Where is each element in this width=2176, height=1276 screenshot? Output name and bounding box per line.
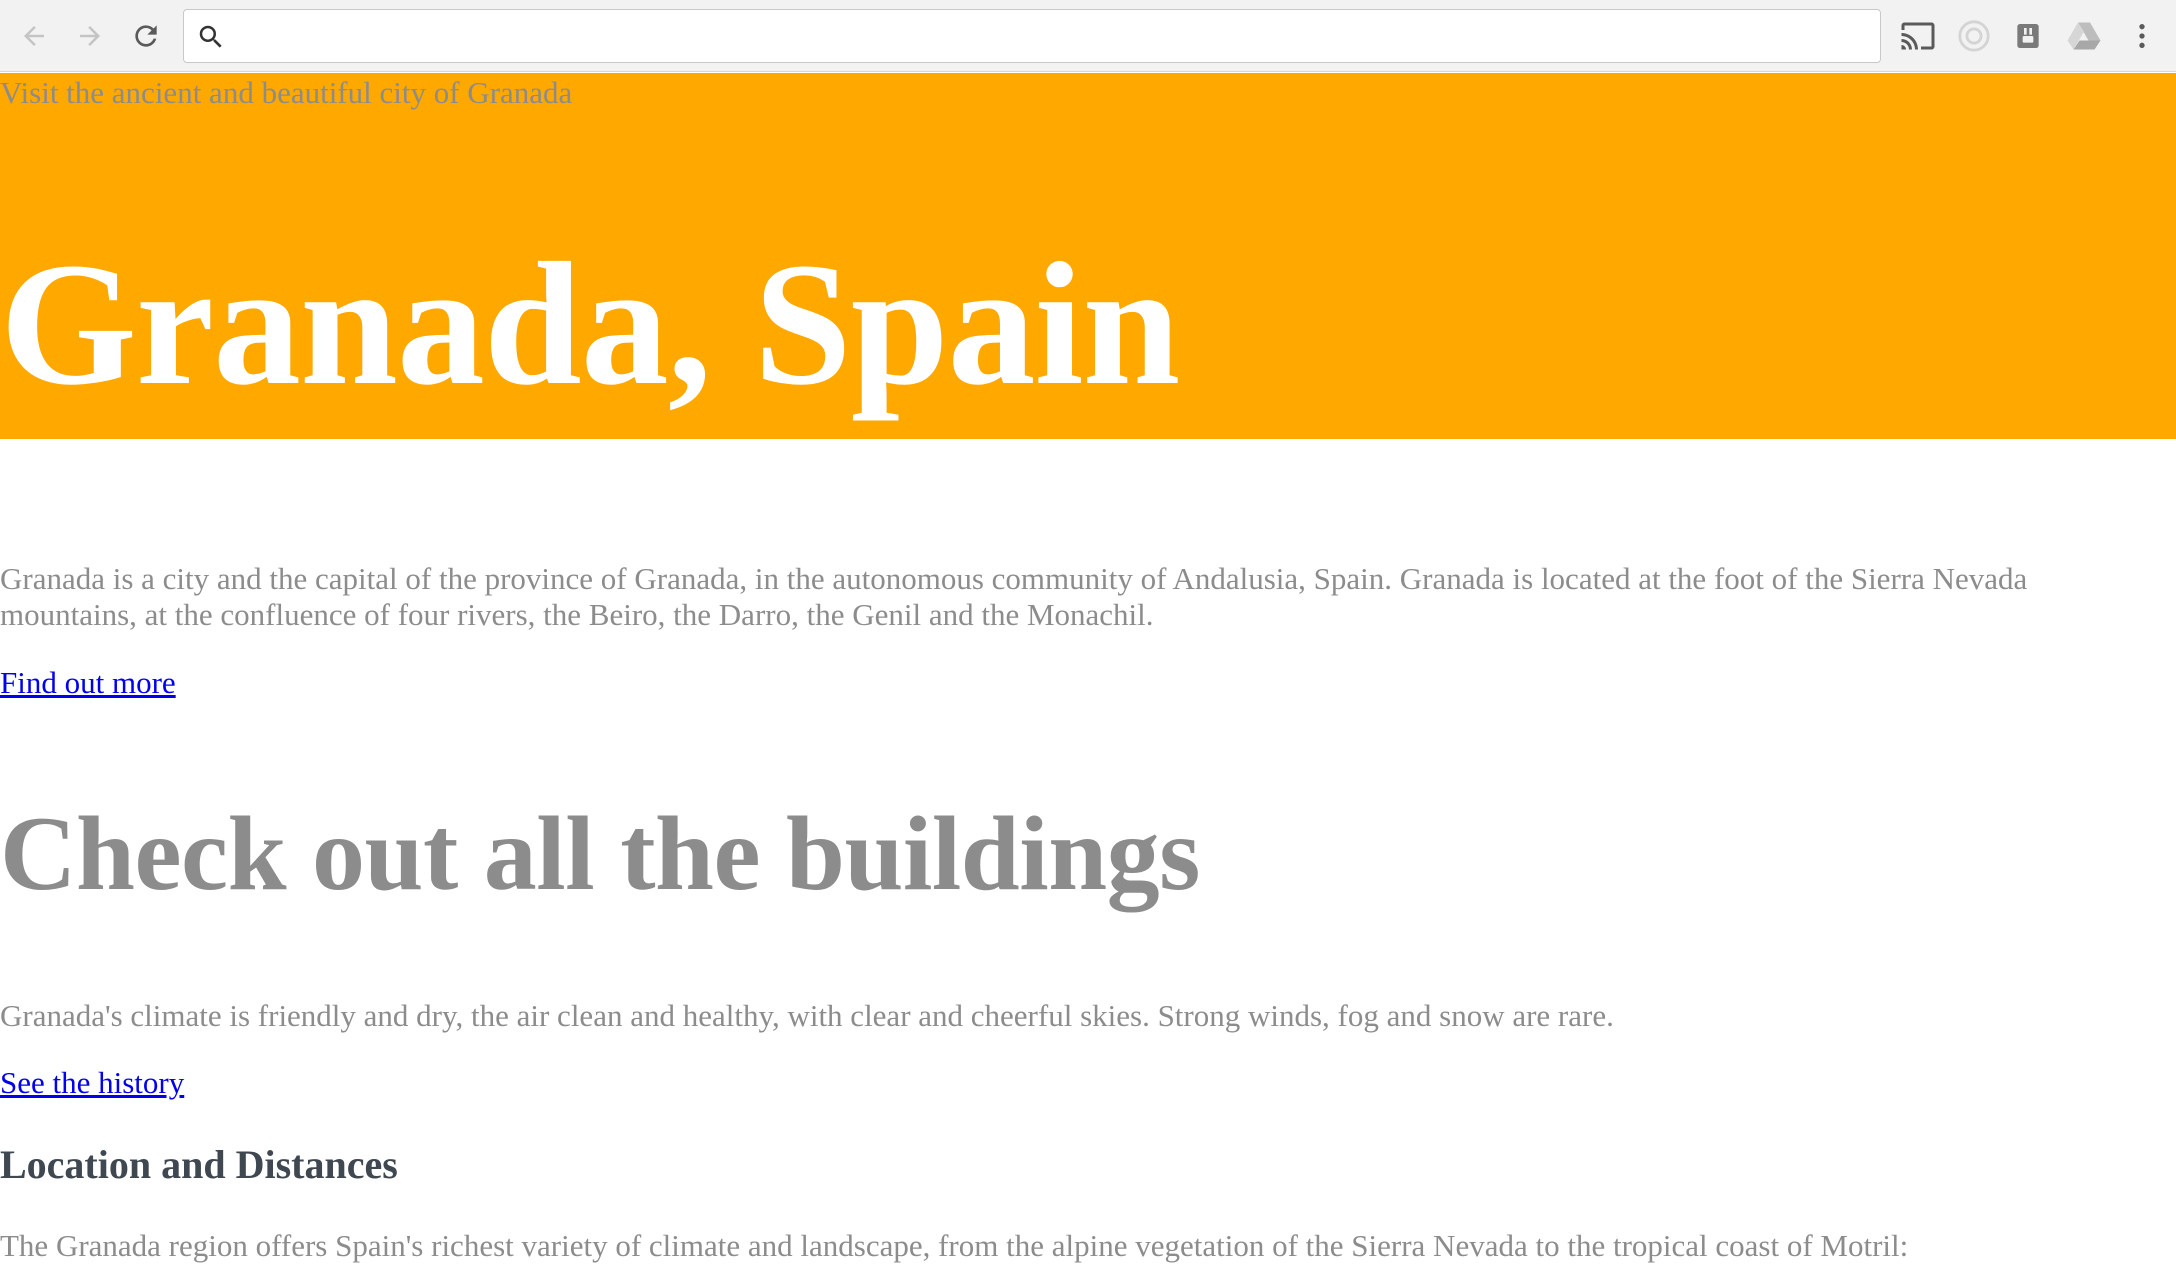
reload-button[interactable] [124,14,168,58]
hero-title: Granada, Spain [0,227,1180,422]
kebab-menu-icon [2139,24,2145,48]
drive-icon [2067,22,2101,50]
arrow-left-icon [24,26,44,46]
reload-icon [135,25,157,47]
cast-icon [1901,22,1935,50]
hero-banner: Visit the ancient and beautiful city of … [0,73,2176,439]
extension-plug-icon [2017,24,2039,48]
cast-button[interactable] [1898,16,1938,56]
region-paragraph: The Granada region offers Spain's riches… [0,1228,1909,1263]
see-history-link[interactable]: See the history [0,1063,184,1103]
climate-paragraph: Granada's climate is friendly and dry, t… [0,998,1614,1033]
address-bar[interactable] [183,9,1881,63]
address-input[interactable] [236,16,1866,56]
extension-button-2[interactable] [2008,16,2048,56]
intro-paragraph: Granada is a city and the capital of the… [0,561,2028,632]
search-icon [199,25,222,48]
back-button[interactable] [12,14,56,58]
tagline: Visit the ancient and beautiful city of … [0,75,573,110]
extension-circle-icon [1958,20,1990,52]
location-heading: Location and Distances [0,1142,398,1187]
browser-toolbar [0,0,2176,72]
browser-menu-button[interactable] [2122,16,2162,56]
find-out-more-link[interactable]: Find out more [0,663,176,703]
arrow-right-icon [80,26,100,46]
extension-button-1[interactable] [1954,16,1994,56]
drive-button[interactable] [2064,16,2104,56]
section-title: Check out all the buildings [0,795,1200,912]
page-content: Visit the ancient and beautiful city of … [0,73,2176,1276]
forward-button[interactable] [68,14,112,58]
